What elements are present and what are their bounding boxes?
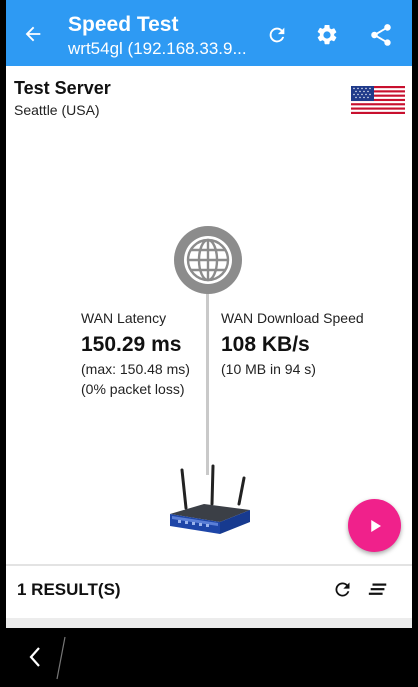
download-detail: (10 MB in 94 s)	[221, 361, 316, 377]
results-list-top	[6, 618, 412, 628]
chevron-left-icon	[29, 647, 40, 667]
results-refresh-button[interactable]	[330, 577, 354, 601]
router-icon	[170, 464, 250, 534]
latency-max: (max: 150.48 ms)	[81, 361, 190, 377]
download-value: 108 KB/s	[221, 333, 310, 356]
share-icon	[371, 24, 391, 46]
page-subtitle: wrt54gl (192.168.33.9...	[68, 39, 247, 58]
latency-value: 150.29 ms	[81, 333, 182, 356]
server-title: Test Server	[14, 78, 111, 98]
app-bar: Speed Test wrt54gl (192.168.33.9...	[6, 0, 412, 66]
back-button[interactable]	[20, 21, 46, 47]
latency-packet-loss: (0% packet loss)	[81, 381, 185, 397]
app-screen: Speed Test wrt54gl (192.168.33.9... Test…	[6, 0, 412, 628]
results-count: 1 RESULT(S)	[17, 580, 121, 599]
page-title: Speed Test	[68, 13, 179, 36]
nav-back-button[interactable]	[24, 643, 46, 671]
internet-node	[174, 226, 242, 294]
gear-icon	[317, 24, 337, 45]
app-bar-titles: Speed Test wrt54gl (192.168.33.9...	[68, 12, 258, 60]
refresh-icon	[335, 582, 349, 596]
results-sort-button[interactable]	[366, 577, 390, 601]
server-location: Seattle (USA)	[14, 102, 100, 118]
globe-icon	[184, 236, 232, 284]
share-button[interactable]	[368, 22, 394, 48]
nav-divider	[56, 636, 66, 680]
refresh-icon	[269, 27, 285, 43]
connection-line	[206, 275, 209, 475]
us-flag-icon	[351, 86, 405, 114]
refresh-button[interactable]	[264, 22, 290, 48]
download-label: WAN Download Speed	[221, 310, 364, 326]
start-test-button[interactable]	[348, 499, 401, 552]
latency-label: WAN Latency	[81, 310, 167, 326]
sort-icon	[368, 583, 387, 595]
results-divider	[6, 564, 412, 566]
play-icon	[370, 519, 381, 532]
settings-button[interactable]	[314, 22, 340, 48]
arrow-left-icon	[25, 26, 41, 42]
